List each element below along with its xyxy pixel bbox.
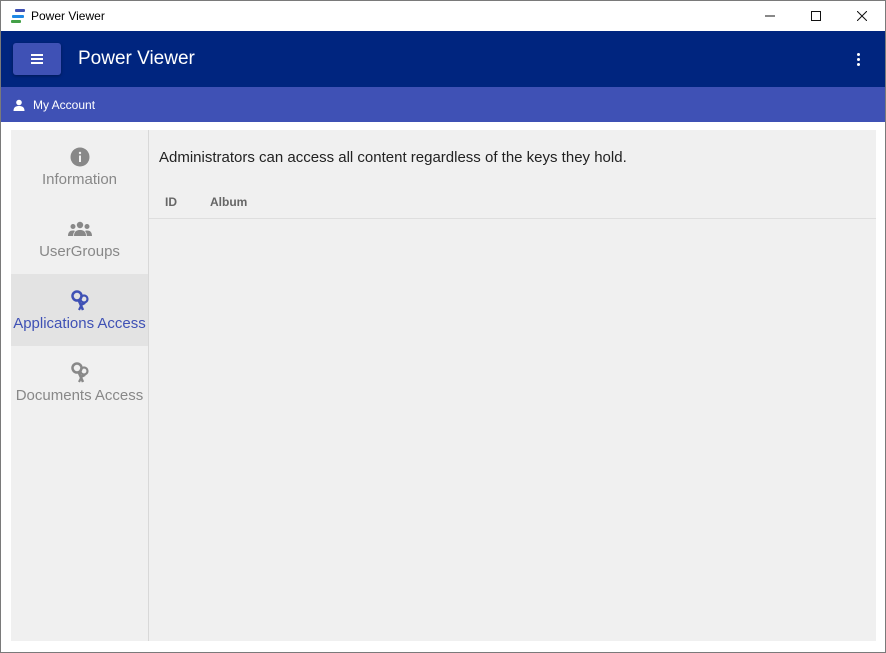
- column-header-album[interactable]: Album: [210, 195, 247, 209]
- maximize-button[interactable]: [793, 1, 839, 31]
- menu-icon: [31, 52, 43, 66]
- sidebar-item-applications-access[interactable]: Applications Access: [11, 274, 148, 346]
- sidebar-item-label: Documents Access: [15, 386, 144, 404]
- key-access-icon: [70, 289, 90, 313]
- users-group-icon: [67, 217, 92, 241]
- column-header-id[interactable]: ID: [165, 195, 210, 209]
- user-icon: [13, 99, 25, 111]
- app-title: Power Viewer: [78, 48, 195, 69]
- maximize-icon: [811, 11, 821, 21]
- minimize-button[interactable]: [747, 1, 793, 31]
- close-icon: [857, 11, 867, 21]
- sidebar-item-information[interactable]: Information: [11, 130, 148, 202]
- window-title: Power Viewer: [31, 9, 105, 23]
- more-options-button[interactable]: [853, 52, 863, 66]
- app-window: Power Viewer Power Viewer My Account Inf…: [0, 0, 886, 653]
- account-panel: Information UserGroups Applications Acce…: [11, 130, 876, 641]
- sidebar-item-label: Applications Access: [13, 314, 146, 332]
- my-account-label: My Account: [33, 97, 96, 112]
- window-titlebar[interactable]: Power Viewer: [1, 1, 885, 31]
- sidebar-item-usergroups[interactable]: UserGroups: [11, 202, 148, 274]
- app-logo-icon: [11, 9, 25, 23]
- sidebar-item-documents-access[interactable]: Documents Access: [11, 346, 148, 418]
- close-button[interactable]: [839, 1, 885, 31]
- account-bar[interactable]: My Account: [1, 87, 885, 122]
- sidebar-item-label: Information: [41, 170, 118, 188]
- account-sidebar: Information UserGroups Applications Acce…: [11, 130, 149, 641]
- info-icon: [70, 145, 90, 169]
- sidebar-item-label: UserGroups: [39, 242, 120, 260]
- key-access-icon: [70, 361, 90, 385]
- applications-access-panel: Administrators can access all content re…: [149, 130, 876, 641]
- minimize-icon: [765, 15, 775, 17]
- hamburger-menu-button[interactable]: [13, 43, 61, 75]
- table-header: ID Album: [149, 185, 876, 219]
- app-header: Power Viewer: [1, 31, 885, 87]
- admin-access-message: Administrators can access all content re…: [159, 149, 627, 166]
